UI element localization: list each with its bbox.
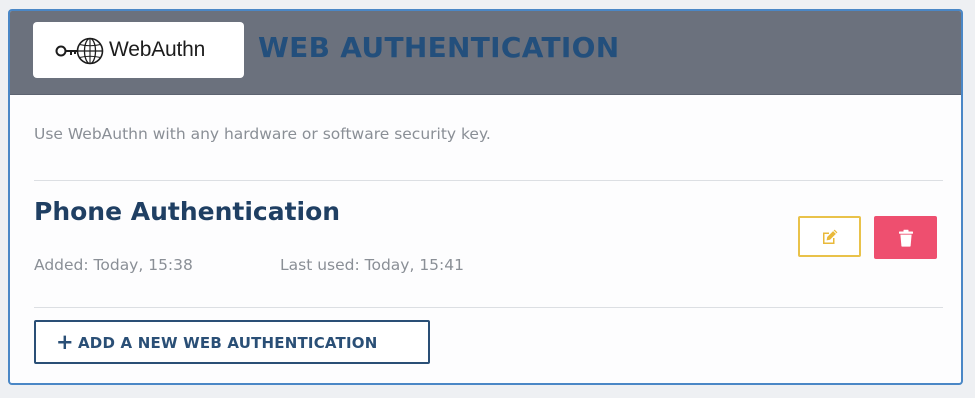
card-header: WebAuthn WEB AUTHENTICATION xyxy=(10,11,961,95)
key-name: Phone Authentication xyxy=(34,197,341,226)
key-last-used: Last used: Today, 15:41 xyxy=(280,256,464,274)
delete-key-button[interactable] xyxy=(874,216,937,259)
key-added-date: Added: Today, 15:38 xyxy=(34,256,193,274)
pencil-square-icon xyxy=(822,229,837,244)
description-text: Use WebAuthn with any hardware or softwa… xyxy=(34,125,491,143)
webauthn-logo: WebAuthn xyxy=(33,22,244,78)
divider xyxy=(34,307,943,308)
webauthn-key-globe-icon xyxy=(55,37,104,65)
webauthn-card: WebAuthn WEB AUTHENTICATION Use WebAuthn… xyxy=(8,9,963,385)
edit-key-button[interactable] xyxy=(798,216,861,257)
divider xyxy=(34,180,943,181)
logo-text: WebAuthn xyxy=(109,38,206,61)
page-title: WEB AUTHENTICATION xyxy=(258,31,620,64)
trash-icon xyxy=(898,229,913,247)
plus-icon: + xyxy=(56,330,74,354)
add-button-label: ADD A NEW WEB AUTHENTICATION xyxy=(78,334,378,352)
add-webauthn-button[interactable]: + ADD A NEW WEB AUTHENTICATION xyxy=(34,320,430,364)
